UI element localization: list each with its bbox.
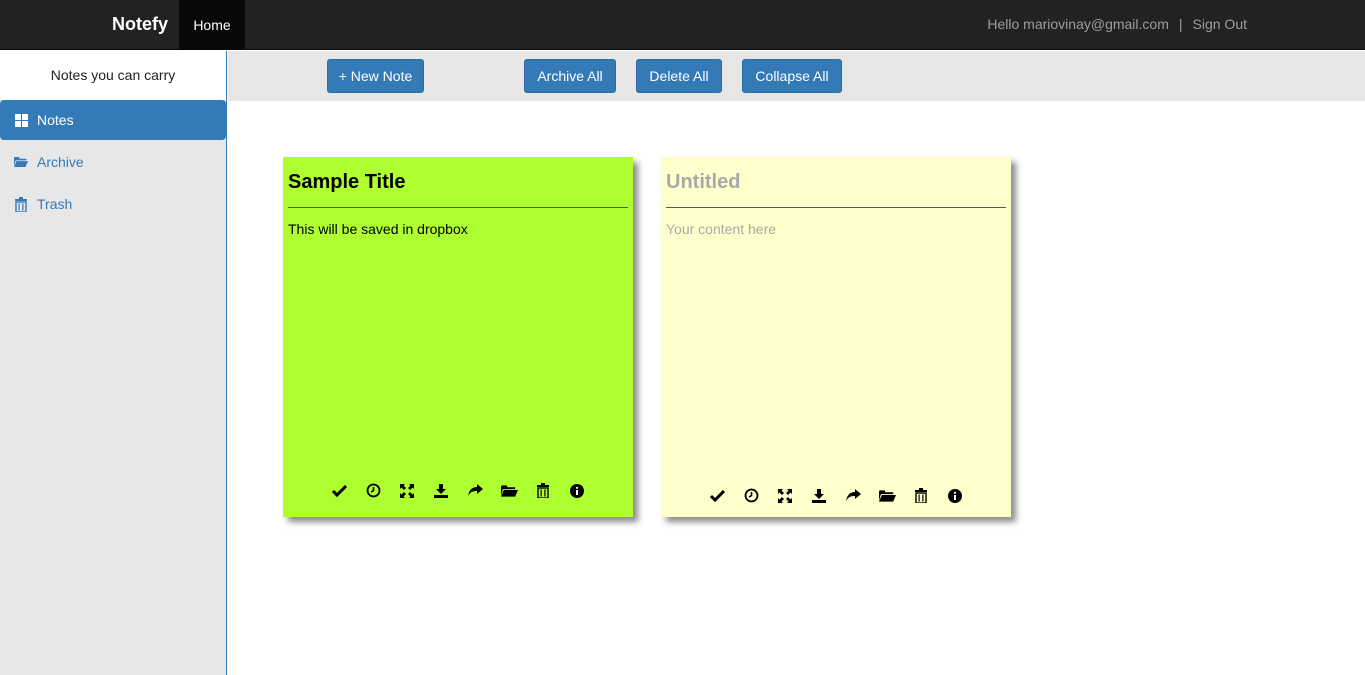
user-greeting: Hello mariovinay@gmail.com <box>987 16 1169 32</box>
share-icon[interactable] <box>467 482 484 499</box>
sidebar-item-trash[interactable]: Trash <box>0 184 226 224</box>
brand-logo[interactable]: Notefy <box>112 14 168 35</box>
note-card[interactable]: Untitled Your content here <box>661 157 1011 517</box>
new-note-button[interactable]: + New Note <box>327 59 424 93</box>
folder-open-icon[interactable] <box>500 482 518 499</box>
sidebar-item-label: Trash <box>37 196 73 212</box>
collapse-all-button[interactable]: Collapse All <box>742 59 842 93</box>
note-card[interactable]: Sample Title This will be saved in dropb… <box>283 157 633 517</box>
download-icon[interactable] <box>433 482 450 499</box>
archive-all-button[interactable]: Archive All <box>524 59 616 93</box>
note-actions <box>661 487 1011 504</box>
share-icon[interactable] <box>845 487 862 504</box>
folder-open-icon <box>14 155 28 169</box>
delete-all-button[interactable]: Delete All <box>636 59 722 93</box>
download-icon[interactable] <box>811 487 828 504</box>
check-icon[interactable] <box>331 482 348 499</box>
note-divider <box>288 207 628 208</box>
trash-icon[interactable] <box>913 487 930 504</box>
fullscreen-icon[interactable] <box>399 482 416 499</box>
sidebar-item-archive[interactable]: Archive <box>0 142 226 182</box>
fullscreen-icon[interactable] <box>777 487 794 504</box>
sidebar-item-label: Notes <box>37 112 74 128</box>
top-navbar: Notefy Home Hello mariovinay@gmail.com |… <box>0 0 1365 50</box>
info-icon[interactable] <box>569 482 586 499</box>
toolbar: + New Note Archive All Delete All Collap… <box>228 51 1365 101</box>
grid-icon <box>14 113 28 127</box>
user-area: Hello mariovinay@gmail.com | Sign Out <box>987 16 1247 32</box>
sign-out-link[interactable]: Sign Out <box>1193 16 1247 32</box>
note-content-placeholder[interactable]: Your content here <box>666 221 776 237</box>
nav-home-link[interactable]: Home <box>179 0 245 50</box>
trash-icon <box>14 196 28 212</box>
note-title[interactable]: Sample Title <box>288 171 405 194</box>
nav-separator: | <box>1178 16 1183 32</box>
folder-open-icon[interactable] <box>878 487 896 504</box>
clock-icon[interactable] <box>365 482 382 499</box>
sidebar: Notes you can carry Notes Archive Trash <box>0 51 227 675</box>
clock-icon[interactable] <box>743 487 760 504</box>
trash-icon[interactable] <box>535 482 552 499</box>
sidebar-item-notes[interactable]: Notes <box>0 100 226 140</box>
info-icon[interactable] <box>947 487 964 504</box>
sidebar-item-label: Archive <box>37 154 84 170</box>
check-icon[interactable] <box>709 487 726 504</box>
note-content[interactable]: This will be saved in dropbox <box>288 221 468 237</box>
sidebar-tagline: Notes you can carry <box>0 51 226 100</box>
note-actions <box>283 482 633 499</box>
note-divider <box>666 207 1006 208</box>
note-title-placeholder[interactable]: Untitled <box>666 171 740 194</box>
